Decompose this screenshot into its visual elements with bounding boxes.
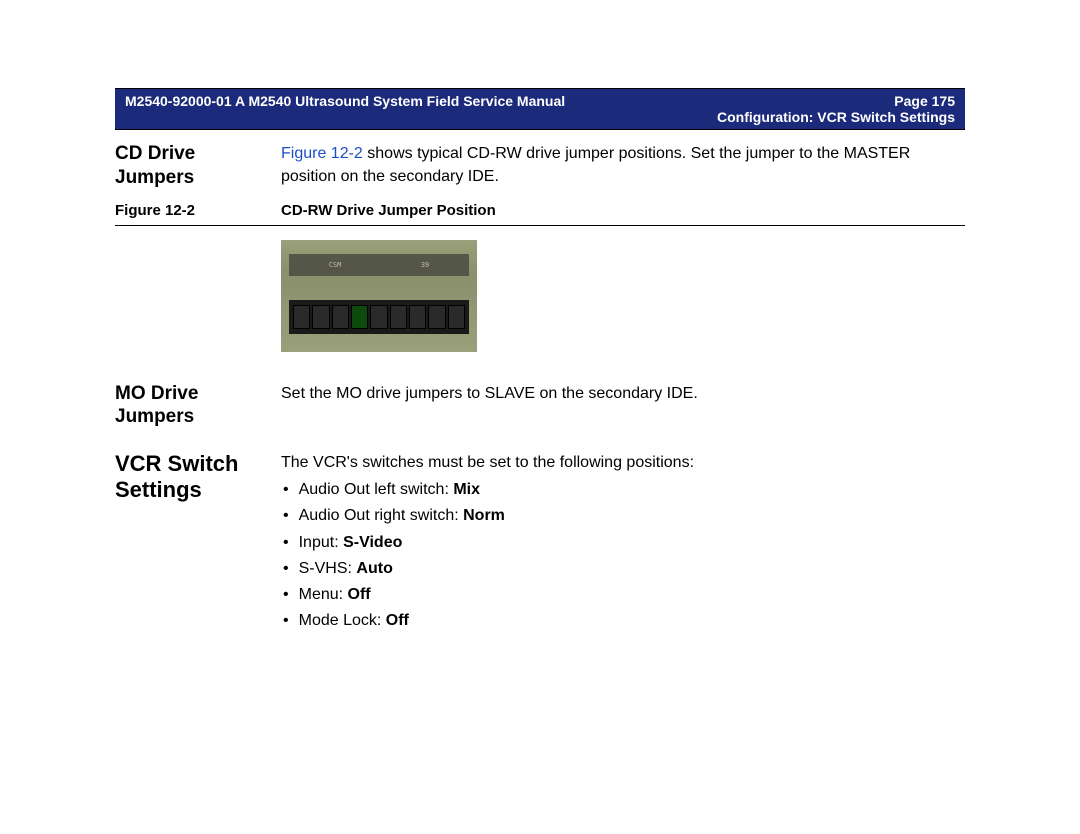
cd-drive-heading: CD Drive Jumpers	[115, 142, 263, 190]
figure-caption-row: Figure 12-2 CD-RW Drive Jumper Position	[115, 196, 965, 226]
vcr-intro: The VCR's switches must be set to the fo…	[281, 451, 965, 474]
figure-label: Figure 12-2	[115, 202, 263, 219]
vcr-section: VCR Switch Settings The VCR's switches m…	[115, 451, 965, 635]
doc-id: M2540-92000-01 A M2540 Ultrasound System…	[125, 93, 565, 109]
list-item: Audio Out left switch: Mix	[283, 478, 965, 501]
vcr-settings-list: Audio Out left switch: Mix Audio Out rig…	[281, 478, 965, 632]
list-item: Mode Lock: Off	[283, 609, 965, 632]
list-item: Audio Out right switch: Norm	[283, 504, 965, 527]
page-content: CD Drive Jumpers Figure 12-2 shows typic…	[115, 130, 965, 635]
page-header-bar: M2540-92000-01 A M2540 Ultrasound System…	[115, 88, 965, 130]
cd-drive-body: Figure 12-2 shows typical CD-RW drive ju…	[281, 142, 965, 190]
vcr-body: The VCR's switches must be set to the fo…	[281, 451, 965, 635]
figure-title: CD-RW Drive Jumper Position	[281, 202, 496, 219]
figure-image-row: CSM39	[115, 240, 965, 352]
list-item: Input: S-Video	[283, 531, 965, 554]
mo-drive-heading: MO Drive Jumpers	[115, 382, 263, 430]
section-path: Configuration: VCR Switch Settings	[717, 109, 955, 125]
page-number: Page 175	[894, 93, 955, 109]
list-item: Menu: Off	[283, 583, 965, 606]
cd-drive-text: shows typical CD-RW drive jumper positio…	[281, 145, 910, 185]
vcr-heading: VCR Switch Settings	[115, 451, 263, 635]
mo-drive-body: Set the MO drive jumpers to SLAVE on the…	[281, 382, 965, 430]
figure-link[interactable]: Figure 12-2	[281, 145, 363, 162]
cd-drive-section: CD Drive Jumpers Figure 12-2 shows typic…	[115, 142, 965, 190]
mo-drive-section: MO Drive Jumpers Set the MO drive jumper…	[115, 382, 965, 430]
list-item: S-VHS: Auto	[283, 557, 965, 580]
cd-rw-jumper-photo: CSM39	[281, 240, 477, 352]
